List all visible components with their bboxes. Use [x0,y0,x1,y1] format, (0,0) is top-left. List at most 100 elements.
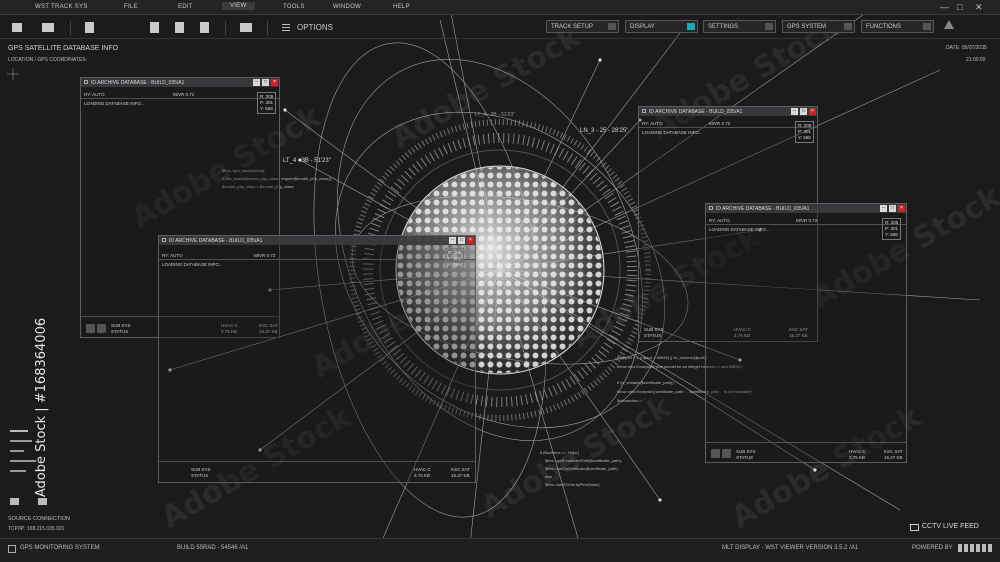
window-titlebar[interactable]: ID ARCHIVE DATABASE - BUILD_035/A1 – □ × [81,78,279,87]
camera-icon [910,524,919,531]
window-maximize-button[interactable]: □ [889,205,896,212]
stock-id-text: #168364006 [34,317,50,404]
ksc-value: 15.37 KB [884,455,903,460]
options-button[interactable]: OPTIONS [297,23,333,32]
zoom-out-icon[interactable] [97,324,106,333]
toggle-indicator [608,23,616,30]
folder-icon[interactable] [42,23,54,32]
menu-tools[interactable]: TOOLS [283,4,305,10]
window-close-button[interactable]: × [809,108,816,115]
latitude-label: LT_4 - 3B - 51'23" [283,158,331,164]
source-connection-label: SOURCE CONNECTION [8,516,71,522]
toolbar-separator [225,21,226,35]
longitude-label: LN_3 - 25 - 28'25" [580,128,629,134]
close-button[interactable]: ✕ [975,2,983,13]
subsys-label: SUB SYS [191,467,211,472]
subsys-label: SUB SYS [111,323,131,328]
options-menu-icon[interactable] [282,24,290,31]
track-setup-button[interactable]: TRACK SETUP [546,20,619,33]
database-window-4[interactable]: ID ARCHIVE DATABASE - BUILD_035/A1 – □ × R… [705,203,907,463]
window-icon [84,80,88,84]
zoom-in-icon[interactable] [86,324,95,333]
menu-help[interactable]: HELP [393,4,410,10]
window-titlebar[interactable]: ID ARCHIVE DATABASE - BUILD_035/A1 – □ × [159,236,475,245]
window-close-button[interactable]: × [271,79,278,86]
powered-by-label: POWERED BY [912,545,953,551]
functions-button[interactable]: FUNCTIONS [861,20,934,33]
code-line: if ($scheme == 'https') [540,450,580,455]
loading-text: LOADING DATABASE INFO... [162,262,223,267]
toggle-indicator [687,23,695,30]
window-maximize-button[interactable]: □ [800,108,807,115]
database-window-3[interactable]: ID ARCHIVE DATABASE - BUILD_035/A1 – □ × R… [158,235,476,483]
loading-text: LOADING DATABASE INFO... [709,227,770,232]
settings-button[interactable]: SETTINGS [703,20,776,33]
hvac-value: 3.75 KB [414,473,431,478]
latitude-label-faint: LT_4 - 3B - 51'23" [475,112,515,118]
window-minimize-button[interactable]: – [253,79,260,86]
window-titlebar[interactable]: ID ARCHIVE DATABASE - BUILD_035/A1 – □ × [639,107,817,116]
document-icon[interactable] [200,22,209,33]
window-title: ID ARCHIVE DATABASE - BUILD_035/A1 [169,238,263,244]
location-label: LOCATION / GPS COORDINATES: [8,57,87,63]
vendor-logo-icon [958,544,994,552]
status-label: STATUS [644,333,662,338]
window-title: ID ARCHIVE DATABASE - BUILD_035/A1 [649,109,743,115]
window-maximize-button[interactable]: □ [458,237,465,244]
save-icon[interactable] [85,22,94,33]
print-icon[interactable] [240,23,252,32]
toggle-indicator [765,23,773,30]
maximize-button[interactable]: □ [957,2,963,12]
window-minimize-button[interactable]: – [449,237,456,244]
hvac-value: 3.75 KB [849,455,866,460]
window-minimize-button[interactable]: – [791,108,798,115]
hvac-label: HVAC-C [414,467,431,472]
divider [159,461,475,462]
window-close-button[interactable]: × [898,205,905,212]
code-line: if (($port < 1 || $port > 65535) || !is_… [617,355,707,360]
window-close-button[interactable]: × [467,237,474,244]
window-titlebar[interactable]: ID ARCHIVE DATABASE - BUILD_035/A1 – □ × [706,204,906,213]
document-icon[interactable] [12,23,22,32]
zoom-in-icon[interactable] [711,449,720,458]
toggle-indicator [844,23,852,30]
toolbar-separator [70,21,71,35]
readout-y: Y: 558 [885,232,898,237]
signal-meter [10,430,55,505]
window-icon [642,109,646,113]
mvr-label: M/VR 0.72 [173,92,195,97]
code-line: $connection = ' ' [617,398,646,403]
settings-label: SETTINGS [708,24,739,30]
mvr-label: M/VR 0.72 [796,218,818,223]
subsys-label: SUB SYS [736,449,756,454]
ry-label: RY: AUTO [84,92,105,97]
menu-view[interactable]: VIEW [222,2,255,10]
document-icon[interactable] [150,22,159,33]
divider [706,442,906,443]
document-edit-icon[interactable] [175,22,184,33]
gps-system-button[interactable]: GPS SYSTEM [782,20,855,33]
code-line: else [545,474,553,479]
page-title: GPS SATELLITE DATABASE INFO [8,45,119,52]
window-minimize-button[interactable]: – [880,205,887,212]
toggle-indicator [923,23,931,30]
menu-window[interactable]: WINDOW [333,4,361,10]
divider [81,98,279,99]
minimize-button[interactable]: — [940,2,949,12]
menu-edit[interactable]: EDIT [178,4,193,10]
window-icon [162,238,166,242]
cctv-live-feed-label[interactable]: CCTV LIVE FEED [922,523,979,530]
code-line: $this->setSSLVerifyPeer(false); [545,482,601,487]
menu-file[interactable]: FILE [124,4,138,10]
mvr-label: M/VR 0.72 [709,121,731,126]
divider [159,259,475,260]
zoom-out-icon[interactable] [722,449,731,458]
display-button[interactable]: DISPLAY [625,20,698,33]
window-icon [709,206,713,210]
ry-label: RY: AUTO [642,121,663,126]
display-label: DISPLAY [630,24,655,30]
loading-text: LOADING DATABASE INFO... [642,130,703,135]
ry-label: RY: AUTO [162,253,183,258]
window-maximize-button[interactable]: □ [262,79,269,86]
date-label: DATE: 05/07/2035 [946,45,987,51]
